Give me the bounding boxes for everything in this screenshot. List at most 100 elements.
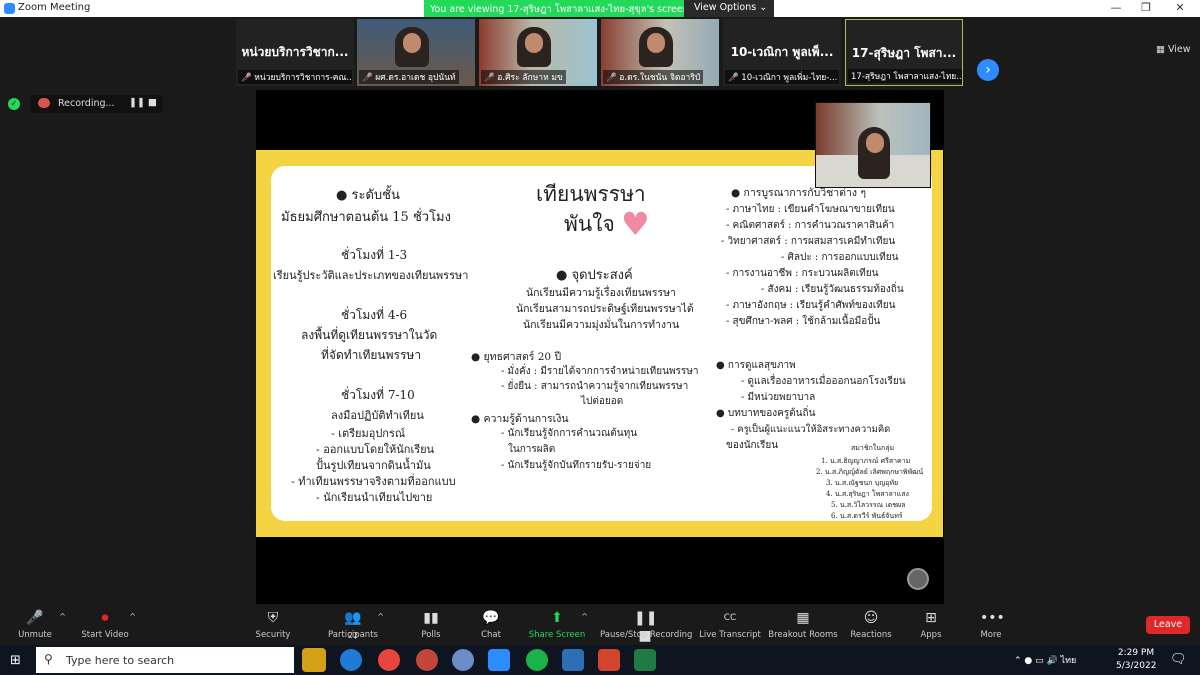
pause-recording-button[interactable]: ❚❚ <box>129 97 145 108</box>
taskbar-clock[interactable]: 2:29 PM 5/3/2022 <box>1116 647 1156 673</box>
slide-left-text: ชั่วโมงที่ 7-10 <box>341 388 415 402</box>
participant-tile[interactable]: 🎤̸ อ.ดร.ในชนัน จิตอาริบั <box>601 19 719 86</box>
viewing-screen-label: You are viewing 17-สุริษฎา โพสาลาแสง-ไทย… <box>424 0 684 17</box>
meeting-toolbar: 🎤 Unmute ^ ⏺ Start Video ^ ⛨ Security 👥22 … <box>0 604 1200 645</box>
participant-tile-active[interactable]: 17-สุริษฎา โพสา... 17-สุริษฎา โพสาลาแสง-… <box>845 19 963 86</box>
windows-taskbar: ⊞ ⚲ Type here to search ⌃ ● ▭ 🔊 ไทย 2:29… <box>0 645 1200 675</box>
chrome-icon[interactable] <box>378 649 400 671</box>
slide-left-text: ลงมือปฏิบัติทำเทียน <box>331 409 424 422</box>
slide-right-text: - วิทยาศาสตร์ : การผสมสารเคมีทำเทียน <box>721 236 896 247</box>
globe-icon[interactable] <box>452 649 474 671</box>
participant-tile[interactable]: หน่วยบริการวิชาก... 🎤̸ หน่วยบริการวิชากา… <box>236 19 354 86</box>
grid-icon: ▦ <box>1156 44 1168 55</box>
view-options-button[interactable]: View Options ⌄ <box>694 2 767 13</box>
line-icon[interactable] <box>526 649 548 671</box>
start-video-button[interactable]: ⏺ Start Video ^ <box>70 604 140 645</box>
view-button[interactable]: ▦ View <box>1156 44 1191 55</box>
zoom-taskbar-icon[interactable] <box>488 649 510 671</box>
powerpoint-icon[interactable] <box>598 649 620 671</box>
muted-mic-icon: 🎤̸ <box>362 73 376 83</box>
participant-caption: 🎤̸ 10-เวณิกา พูลเพิ่ม-ไทย-... <box>725 70 839 84</box>
participant-name: หน่วยบริการวิชาก... <box>241 45 349 59</box>
chat-icon: 💬 <box>482 610 500 626</box>
pause-stop-recording-button[interactable]: ❚❚ ■ Pause/Stop Recording <box>600 604 692 645</box>
minimize-button[interactable]: — <box>1106 1 1126 14</box>
slide-middle-text: นักเรียนมีความมุ่งมั่นในการทำงาน <box>523 319 680 331</box>
member-item: 4. น.ส.สุริษฎา โพสาลาแสง <box>826 490 909 498</box>
speaker-video-overlay[interactable] <box>815 102 931 188</box>
slide-right-text: - มีหน่วยพยาบาล <box>741 392 816 403</box>
live-transcript-button[interactable]: CC Live Transcript <box>696 604 764 645</box>
input-language[interactable]: ไทย <box>1061 656 1077 666</box>
zoom-app-icon <box>4 3 15 14</box>
muted-mic-icon: 🎤̸ <box>484 73 498 83</box>
participant-name: 17-สุริษฎา โพสา... <box>851 46 957 60</box>
participant-video <box>639 27 673 67</box>
encryption-shield-icon[interactable]: ✓ <box>8 98 20 110</box>
file-explorer-icon[interactable] <box>302 648 326 672</box>
stop-recording-button[interactable]: ■ <box>148 97 157 108</box>
chat-button[interactable]: 💬 Chat <box>456 604 526 645</box>
leave-button[interactable]: Leave <box>1146 616 1190 634</box>
muted-mic-icon: 🎤̸ <box>241 73 255 83</box>
slide-right-text: ของนักเรียน <box>726 440 779 451</box>
heart-icon: ♥ <box>621 205 650 243</box>
slide-right-text: - คณิตศาสตร์ : การคำนวณราคาสินค้า <box>726 220 895 231</box>
muted-mic-icon: 🎤̸ <box>728 73 742 83</box>
slide-middle-text: ● จุดประสงค์ <box>556 268 633 283</box>
viewing-banner: You are viewing 17-สุริษฎา โพสาลาแสง-ไทย… <box>424 0 774 17</box>
notification-icon[interactable]: 🗨 <box>1170 652 1187 667</box>
member-item: 5. น.ส.วิไลวรรณ เดชผล <box>831 501 906 509</box>
share-screen-icon: ⬆ <box>551 610 563 626</box>
slide-left-text: ชั่วโมงที่ 1-3 <box>341 248 408 262</box>
windows-start-icon[interactable]: ⊞ <box>10 653 21 668</box>
slide-right-text: - สังคม : เรียนรู้วัฒนธรรมท้องถิ่น <box>761 284 904 295</box>
grid-icon: ▦ <box>796 610 810 626</box>
cc-icon: CC <box>723 613 737 623</box>
participant-tile[interactable]: 🎤̸ ผศ.ดร.อาเดช อุปนันท์ <box>357 19 475 86</box>
people-icon: 👥22 <box>344 610 362 640</box>
participant-caption: 17-สุริษฎา โพสาลาแสง-ไทย... <box>848 69 962 83</box>
excel-icon[interactable] <box>634 649 656 671</box>
pause-stop-icon: ❚❚ ■ <box>634 610 658 644</box>
slide-right-text: ● บทบาทของครูต้นถิ่น <box>716 408 816 419</box>
unmute-button[interactable]: 🎤 Unmute ^ <box>0 604 70 645</box>
participant-caption: 🎤̸ หน่วยบริการวิชาการ-คณ... <box>238 70 352 84</box>
muted-mic-icon: 🎤 <box>26 610 44 626</box>
bar-chart-icon: ▮▮ <box>423 610 439 626</box>
clock-date: 5/3/2022 <box>1116 661 1157 671</box>
search-icon: ⚲ <box>44 652 53 666</box>
edge-icon[interactable] <box>340 649 362 671</box>
slide-middle-text: - นักเรียนรู้จักการคำนวณต้นทุน <box>501 428 638 439</box>
slide-right-text: - ศิลปะ : การออกแบบเทียน <box>781 252 899 263</box>
participant-tile[interactable]: 10-เวณิกา พูลเพ็... 🎤̸ 10-เวณิกา พูลเพิ่… <box>723 19 841 86</box>
security-button[interactable]: ⛨ Security <box>238 604 308 645</box>
maximize-button[interactable]: ❐ <box>1136 1 1156 14</box>
search-placeholder: Type here to search <box>66 654 175 667</box>
slide-left-text: ลงพื้นที่ดูเทียนพรรษาในวัด <box>301 328 438 342</box>
participants-button[interactable]: 👥22 Participants ^ <box>318 604 388 645</box>
slide-left-text: เรียนรู้ประวัติและประเภทของเทียนพรรษา <box>273 269 469 282</box>
app-icon[interactable] <box>416 649 438 671</box>
slide-middle-text: - มั่งคั่ง : มีรายได้จากการจำหน่ายเทียนพ… <box>501 366 699 377</box>
slide-left-text: มัธยมศึกษาตอนต้น 15 ชั่วโมง <box>281 210 451 225</box>
floating-control-dot[interactable] <box>907 568 929 590</box>
slide-middle-text: นักเรียนมีความรู้เรื่องเทียนพรรษา <box>526 287 676 299</box>
next-page-button[interactable]: › <box>977 59 999 81</box>
slide-right-text: ● การดูแลสุขภาพ <box>716 360 796 371</box>
more-button[interactable]: ••• More <box>956 604 1026 645</box>
slide-right-text: - การงานอาชีพ : กระบวนผลิตเทียน <box>726 268 879 279</box>
slide-right-text: - สุขศึกษา-พลศ : ใช้กล้ามเนื้อมือปั้น <box>726 316 881 327</box>
taskbar-search-box[interactable]: ⚲ Type here to search <box>36 647 294 673</box>
close-window-button[interactable]: ✕ <box>1170 1 1190 14</box>
slide-left-text: ชั่วโมงที่ 4-6 <box>341 308 408 322</box>
participant-caption: 🎤̸ อ.ศิระ ลักษาห มข <box>481 70 566 84</box>
member-item: 6. น.ส.ดรวีร์ พันธ์จันทร์ <box>831 512 903 520</box>
breakout-rooms-button[interactable]: ▦ Breakout Rooms <box>768 604 838 645</box>
smiley-icon: ☺ <box>863 610 879 626</box>
system-tray[interactable]: ⌃ ● ▭ 🔊 ไทย <box>1014 653 1076 667</box>
participant-tile[interactable]: 🎤̸ อ.ศิระ ลักษาห มข <box>479 19 597 86</box>
share-screen-button[interactable]: ⬆ Share Screen ^ <box>522 604 592 645</box>
cloud-record-icon <box>38 98 50 108</box>
photos-icon[interactable] <box>562 649 584 671</box>
